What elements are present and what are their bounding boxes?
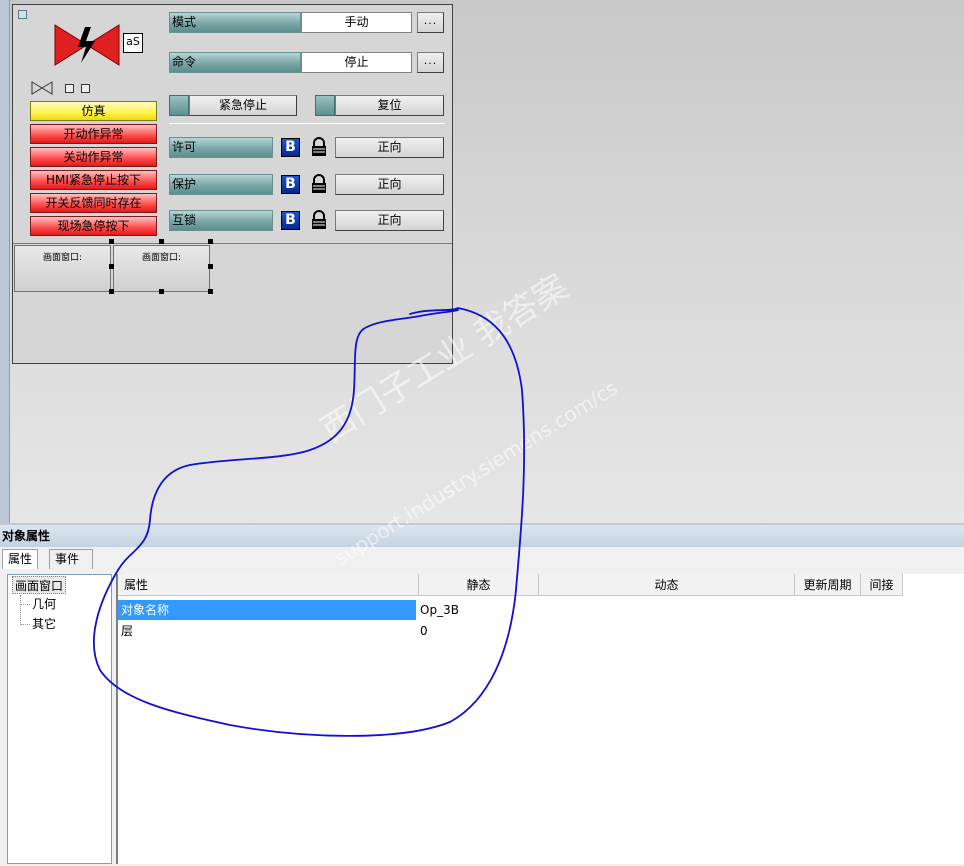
left-edge-strip — [0, 0, 10, 523]
faceplate-corner-icon — [18, 10, 27, 19]
window-icon[interactable] — [81, 84, 90, 93]
property-name-cell[interactable]: 对象名称 — [118, 600, 416, 620]
property-tree: 画面窗口 几何 其它 — [7, 574, 112, 864]
interlock-label: 互锁 — [169, 210, 273, 231]
editor-canvas[interactable]: aS 仿真 开动作异常 关动作异常 HMI紧急停止按下 开关反馈同时存在 现场急… — [0, 0, 964, 523]
interlock-direction-button[interactable]: 正向 — [335, 210, 444, 231]
bypass-b-icon[interactable]: B — [281, 211, 300, 230]
emergency-stop-button[interactable]: 紧急停止 — [189, 95, 297, 116]
selection-handle[interactable] — [159, 239, 164, 244]
tab-properties[interactable]: 属性 — [2, 549, 39, 569]
mode-label: 模式 — [169, 12, 301, 33]
tree-item-other[interactable]: 其它 — [32, 615, 56, 633]
alarm-open-fault: 开动作异常 — [30, 124, 157, 144]
command-label: 命令 — [169, 52, 301, 73]
divider — [13, 243, 452, 244]
valve-icon — [54, 24, 120, 66]
alarm-field-estop: 现场急停按下 — [30, 216, 157, 236]
tag-badge: aS — [123, 33, 143, 53]
lock-icon — [312, 137, 326, 156]
command-value: 停止 — [301, 52, 412, 73]
selection-handle[interactable] — [208, 289, 213, 294]
bypass-b-icon[interactable]: B — [281, 175, 300, 194]
column-header-static[interactable]: 静态 — [419, 574, 539, 596]
column-header-dynamic[interactable]: 动态 — [539, 574, 795, 596]
mode-more-button[interactable]: ... — [417, 12, 444, 33]
tab-events[interactable]: 事件 — [49, 549, 93, 569]
lock-icon — [312, 174, 326, 193]
screen-window[interactable]: 画面窗口: — [14, 245, 111, 292]
selection-handle[interactable] — [208, 264, 213, 269]
panel-title: 对象属性 — [0, 525, 964, 547]
property-name-cell[interactable]: 层 — [118, 621, 416, 641]
column-header-update-cycle[interactable]: 更新周期 — [795, 574, 861, 596]
lock-icon — [312, 210, 326, 229]
permit-direction-button[interactable]: 正向 — [335, 137, 444, 158]
alarm-hmi-estop: HMI紧急停止按下 — [30, 170, 157, 190]
tree-line — [21, 624, 30, 625]
command-more-button[interactable]: ... — [417, 52, 444, 73]
alarm-close-fault: 关动作异常 — [30, 147, 157, 167]
selection-handle[interactable] — [109, 239, 114, 244]
tree-item-geometry[interactable]: 几何 — [32, 595, 56, 613]
property-table: 属性 静态 动态 更新周期 间接 对象名称 Op_3B 层 0 — [116, 574, 964, 864]
reset-indicator — [315, 95, 335, 116]
tree-line — [21, 604, 30, 605]
tree-line — [20, 595, 21, 625]
property-static-cell[interactable]: Op_3B — [419, 600, 539, 620]
selection-handle[interactable] — [109, 264, 114, 269]
property-static-cell[interactable]: 0 — [419, 621, 539, 641]
protection-label: 保护 — [169, 174, 273, 195]
alarm-simulation: 仿真 — [30, 101, 157, 121]
column-header-property[interactable]: 属性 — [118, 574, 419, 596]
valve-faceplate[interactable]: aS 仿真 开动作异常 关动作异常 HMI紧急停止按下 开关反馈同时存在 现场急… — [12, 4, 453, 364]
bypass-b-icon[interactable]: B — [281, 138, 300, 157]
divider — [169, 123, 445, 124]
alarm-feedback-conflict: 开关反馈同时存在 — [30, 193, 157, 213]
reset-button[interactable]: 复位 — [335, 95, 444, 116]
small-valve-icon — [31, 81, 53, 95]
tree-root[interactable]: 画面窗口 — [12, 576, 67, 594]
emergency-stop-indicator — [169, 95, 189, 116]
column-header-indirect[interactable]: 间接 — [861, 574, 903, 596]
screen-window-selected[interactable]: 画面窗口: — [113, 245, 210, 292]
protection-direction-button[interactable]: 正向 — [335, 174, 444, 195]
permit-label: 许可 — [169, 137, 273, 158]
object-properties-panel: 对象属性 属性 事件 画面窗口 几何 其它 属性 静态 动态 更新周期 间接 对… — [0, 523, 964, 866]
selection-handle[interactable] — [208, 239, 213, 244]
mode-value: 手动 — [301, 12, 412, 33]
window-icon[interactable] — [65, 84, 74, 93]
selection-handle[interactable] — [159, 289, 164, 294]
selection-handle[interactable] — [109, 289, 114, 294]
